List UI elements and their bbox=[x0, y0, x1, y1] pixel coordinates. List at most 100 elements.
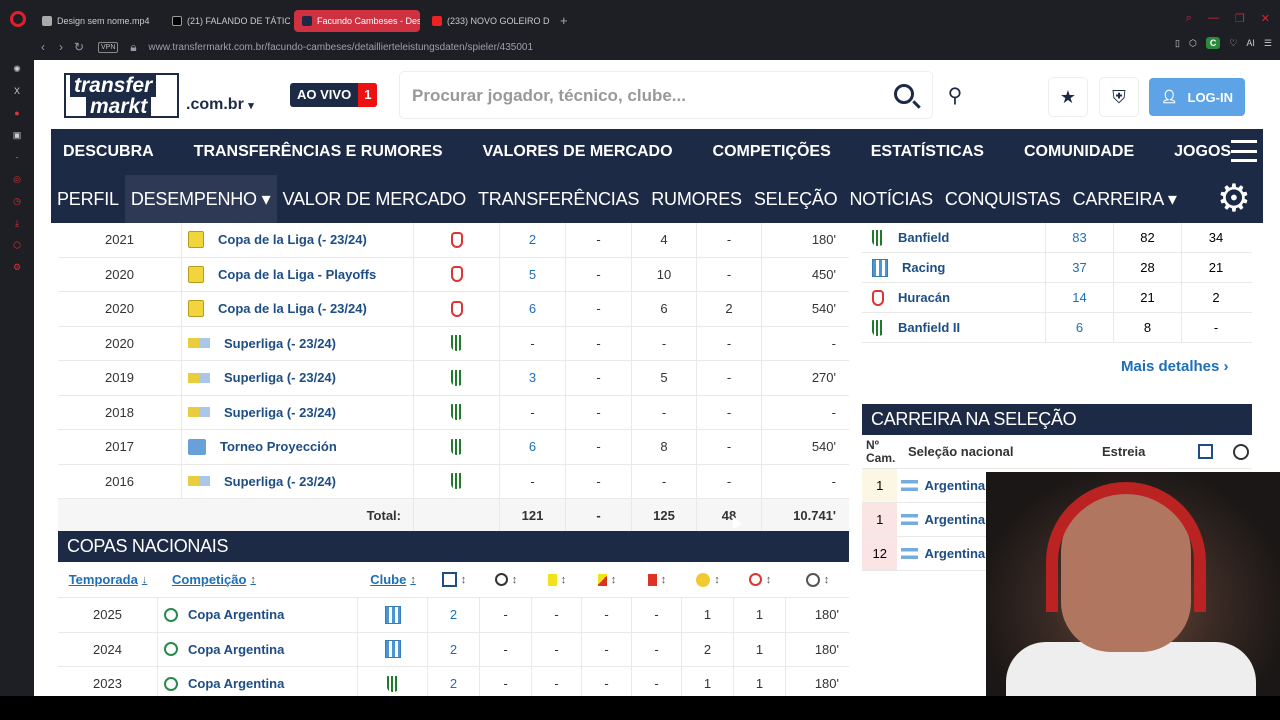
gear-icon[interactable]: ⚙ bbox=[1217, 180, 1251, 218]
club-name-cell[interactable]: Banfield II bbox=[862, 313, 1046, 342]
extensions-icon[interactable]: ⬡ bbox=[10, 238, 24, 252]
club-name-cell[interactable]: Banfield bbox=[862, 223, 1046, 252]
competition-cell[interactable]: Superliga (- 23/24) bbox=[182, 395, 414, 429]
transfermarkt-logo[interactable]: transfer markt bbox=[64, 73, 179, 118]
bookmark-icon[interactable]: ▯ bbox=[1175, 38, 1180, 49]
club-name[interactable]: Banfield bbox=[898, 230, 949, 245]
stat-cell[interactable]: 6 bbox=[1046, 313, 1114, 342]
club-name[interactable]: Huracán bbox=[898, 290, 950, 305]
club-name-cell[interactable]: Huracán bbox=[862, 283, 1046, 312]
club-name-cell[interactable]: Racing bbox=[862, 253, 1046, 282]
club-cell[interactable] bbox=[358, 667, 428, 696]
stat-cell[interactable]: 83 bbox=[1046, 223, 1114, 252]
app-icon[interactable]: ▣ bbox=[10, 128, 24, 142]
history-icon[interactable]: ◷ bbox=[10, 194, 24, 208]
competition-name[interactable]: Copa de la Liga (- 23/24) bbox=[218, 232, 367, 247]
sort-clean-sheets[interactable]: ↕ bbox=[734, 562, 786, 597]
stat-cell[interactable]: 6 bbox=[500, 292, 566, 326]
domain-selector[interactable]: .com.br ▾ bbox=[186, 96, 254, 114]
chatgpt-icon[interactable]: ✺ bbox=[10, 62, 24, 76]
stat-cell[interactable]: 2 bbox=[428, 632, 480, 666]
more-details-link[interactable]: Mais detalhes › bbox=[1121, 358, 1229, 375]
user-search-icon[interactable]: ⚲ bbox=[933, 72, 977, 118]
live-button[interactable]: AO VIVO 1 bbox=[290, 83, 378, 107]
competition-cell[interactable]: Superliga (- 23/24) bbox=[182, 326, 414, 360]
competition-name[interactable]: Superliga (- 23/24) bbox=[224, 336, 336, 351]
competition-name[interactable]: Torneo Proyección bbox=[220, 439, 337, 454]
sort-temporada[interactable]: Temporada ↓ bbox=[58, 562, 158, 597]
national-team-name[interactable]: Argentina bbox=[924, 546, 985, 561]
sort-jogos[interactable]: ↕ bbox=[428, 562, 480, 597]
browser-tab[interactable]: (233) NOVO GOLEIRO DO bbox=[424, 10, 550, 32]
club-cell[interactable] bbox=[414, 326, 500, 360]
nav-item-transferencias[interactable]: TRANSFERÊNCIAS E RUMORES bbox=[194, 143, 443, 161]
search-input[interactable]: Procurar jogador, técnico, clube... bbox=[400, 72, 932, 118]
reload-icon[interactable]: ↻ bbox=[70, 40, 88, 54]
search-icon[interactable]: ⌕ bbox=[1186, 12, 1192, 25]
opera-logo-icon[interactable] bbox=[10, 11, 26, 27]
competition-cell[interactable]: Copa Argentina bbox=[158, 667, 358, 696]
nav-item-competicoes[interactable]: COMPETIÇÕES bbox=[713, 143, 831, 161]
sort-gols[interactable]: ↕ bbox=[480, 562, 532, 597]
browser-tab[interactable]: (21) FALANDO DE TÁTICA bbox=[164, 10, 290, 32]
cube-icon[interactable]: ⬡ bbox=[1189, 38, 1197, 49]
stat-cell[interactable]: 2 bbox=[428, 667, 480, 696]
competition-cell[interactable]: Superliga (- 23/24) bbox=[182, 464, 414, 498]
club-cell[interactable] bbox=[414, 395, 500, 429]
nav-item-estatisticas[interactable]: ESTATÍSTICAS bbox=[871, 143, 984, 161]
hamburger-menu-icon[interactable] bbox=[1231, 140, 1257, 162]
sort-amarelo[interactable]: ↕ bbox=[532, 562, 582, 597]
competition-name[interactable]: Copa de la Liga (- 23/24) bbox=[218, 301, 367, 316]
club-cell[interactable] bbox=[414, 223, 500, 257]
subnav-desempenho[interactable]: DESEMPENHO ▾ bbox=[124, 175, 277, 223]
menu-icon[interactable]: ☰ bbox=[1264, 38, 1272, 49]
competition-cell[interactable]: Copa Argentina bbox=[158, 632, 358, 666]
sort-segundo-amarelo[interactable]: ↕ bbox=[582, 562, 632, 597]
x-logo-icon[interactable]: X bbox=[10, 84, 24, 98]
stat-cell[interactable]: 5 bbox=[500, 257, 566, 291]
stat-cell[interactable]: 6 bbox=[500, 430, 566, 464]
browser-tab-active[interactable]: Facundo Cambeses - Des bbox=[294, 10, 420, 32]
competition-name[interactable]: Copa Argentina bbox=[188, 676, 284, 691]
sort-competicao[interactable]: Competição ↕ bbox=[158, 562, 358, 597]
search-icon[interactable] bbox=[894, 84, 914, 104]
club-cell[interactable] bbox=[358, 598, 428, 632]
stat-cell[interactable]: 14 bbox=[1046, 283, 1114, 312]
competition-cell[interactable]: Copa de la Liga - Playoffs bbox=[182, 257, 414, 291]
competition-cell[interactable]: Copa Argentina bbox=[158, 598, 358, 632]
heart-icon[interactable]: ♡ bbox=[1229, 38, 1237, 49]
national-team-name[interactable]: Argentina bbox=[924, 478, 985, 493]
subnav-conquistas[interactable]: CONQUISTAS bbox=[939, 175, 1067, 223]
subnav-perfil[interactable]: PERFIL bbox=[51, 175, 125, 223]
youtube-icon[interactable]: ● bbox=[10, 106, 24, 120]
stat-cell[interactable]: 2 bbox=[428, 598, 480, 632]
competition-cell[interactable]: Copa de la Liga (- 23/24) bbox=[182, 292, 414, 326]
back-icon[interactable]: ‹ bbox=[34, 40, 52, 54]
vpn-badge[interactable]: VPN bbox=[98, 41, 119, 53]
bookmark-icon[interactable]: ★ bbox=[1049, 78, 1087, 116]
club-name[interactable]: Banfield II bbox=[898, 320, 960, 335]
club-cell[interactable] bbox=[358, 632, 428, 666]
sort-vermelho[interactable]: ↕ bbox=[632, 562, 682, 597]
competition-cell[interactable]: Torneo Proyección bbox=[182, 430, 414, 464]
browser-tab[interactable]: Design sem nome.mp4 bbox=[34, 10, 160, 32]
maximize-icon[interactable]: ❐ bbox=[1235, 12, 1245, 25]
club-cell[interactable] bbox=[414, 257, 500, 291]
club-cell[interactable] bbox=[414, 430, 500, 464]
sort-minutos[interactable]: ↕ bbox=[786, 562, 849, 597]
competition-cell[interactable]: Superliga (- 23/24) bbox=[182, 361, 414, 395]
stat-cell[interactable]: 37 bbox=[1046, 253, 1114, 282]
login-button[interactable]: 👤︎ LOG-IN bbox=[1149, 78, 1245, 116]
competition-name[interactable]: Superliga (- 23/24) bbox=[224, 405, 336, 420]
nav-item-jogos[interactable]: JOGOS bbox=[1174, 143, 1231, 161]
subnav-valor-mercado[interactable]: VALOR DE MERCADO bbox=[277, 175, 473, 223]
url-field[interactable]: www.transfermarkt.com.br/facundo-cambese… bbox=[148, 42, 533, 53]
shield-icon[interactable]: ⛨ bbox=[1100, 78, 1138, 116]
club-cell[interactable] bbox=[414, 292, 500, 326]
competition-name[interactable]: Superliga (- 23/24) bbox=[224, 370, 336, 385]
nav-item-comunidade[interactable]: COMUNIDADE bbox=[1024, 143, 1134, 161]
competition-name[interactable]: Copa de la Liga - Playoffs bbox=[218, 267, 376, 282]
stat-cell[interactable]: 3 bbox=[500, 361, 566, 395]
subnav-noticias[interactable]: NOTÍCIAS bbox=[843, 175, 938, 223]
competition-cell[interactable]: Copa de la Liga (- 23/24) bbox=[182, 223, 414, 257]
